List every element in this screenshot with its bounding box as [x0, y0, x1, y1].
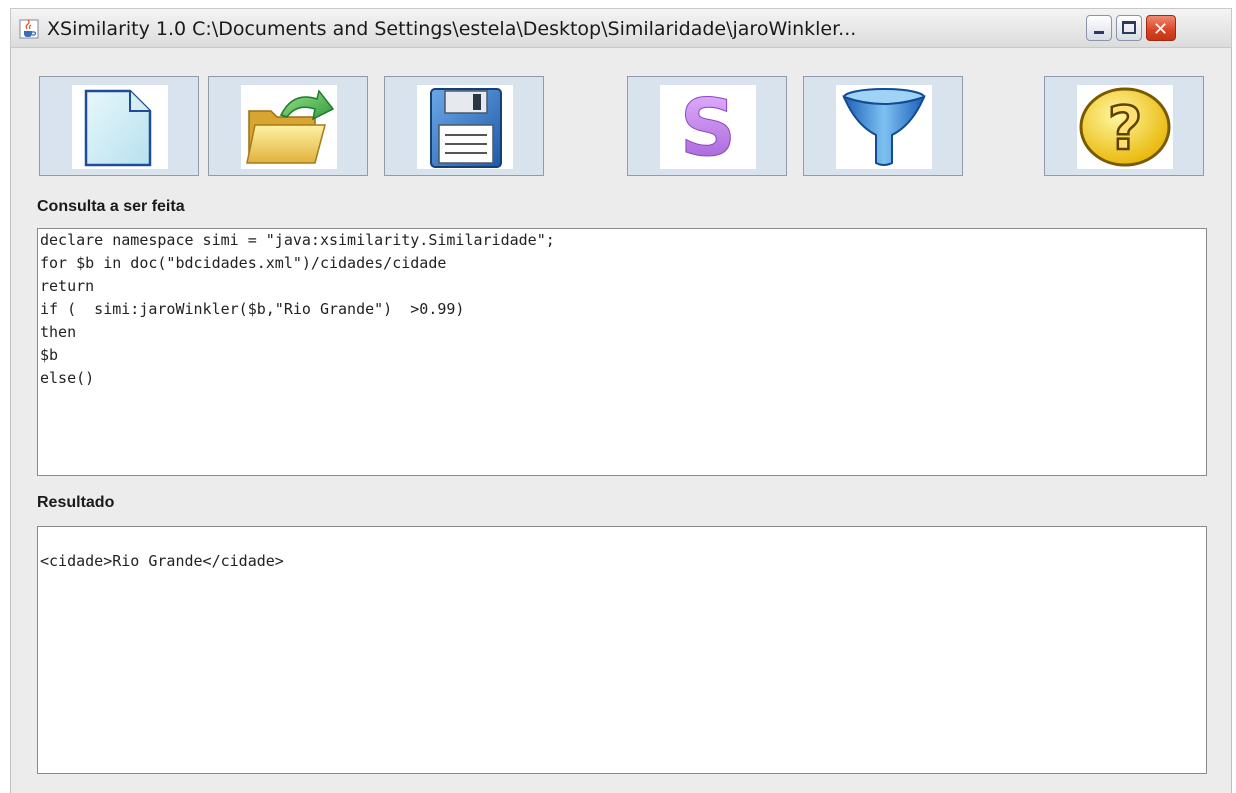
query-line: then	[40, 323, 77, 341]
query-textarea[interactable]: declare namespace simi = "java:xsimilari…	[37, 228, 1207, 476]
filter-button[interactable]	[803, 76, 963, 176]
query-line: for $b in doc("bdcidades.xml")/cidades/c…	[40, 254, 447, 272]
help-question-icon: ?	[1079, 87, 1171, 167]
query-line: else()	[40, 369, 95, 387]
window-title: XSimilarity 1.0 C:\Documents and Setting…	[47, 18, 857, 40]
close-button[interactable]: ✕	[1146, 15, 1176, 41]
query-line: $b	[40, 346, 59, 364]
svg-text:?: ?	[1108, 94, 1143, 164]
result-textarea[interactable]: <cidade>Rio Grande</cidade>	[37, 526, 1207, 774]
close-icon: ✕	[1153, 19, 1169, 40]
result-line: <cidade>Rio Grande</cidade>	[40, 552, 284, 570]
maximize-button[interactable]	[1116, 15, 1142, 41]
main-panel: S ? Consulta a ser feita declare namespa…	[10, 48, 1232, 793]
new-button[interactable]	[39, 76, 199, 176]
result-line	[40, 527, 1204, 550]
minimize-button[interactable]	[1086, 15, 1112, 41]
maximize-icon	[1122, 21, 1136, 34]
open-button[interactable]	[208, 76, 368, 176]
minimize-icon	[1094, 31, 1104, 34]
open-folder-icon	[246, 89, 335, 164]
filter-funnel-icon	[842, 88, 926, 166]
query-line: if ( simi:jaroWinkler($b,"Rio Grande") >…	[40, 300, 465, 318]
save-disk-icon	[430, 88, 502, 168]
query-line: return	[40, 277, 95, 295]
similarity-s-icon: S	[679, 85, 736, 169]
java-cup-icon	[19, 19, 39, 39]
svg-text:S: S	[680, 85, 736, 169]
query-line: declare namespace simi = "java:xsimilari…	[40, 231, 555, 249]
save-button[interactable]	[384, 76, 544, 176]
result-label: Resultado	[37, 494, 115, 511]
application-window: XSimilarity 1.0 C:\Documents and Setting…	[0, 0, 1236, 793]
new-document-icon	[84, 89, 152, 167]
title-bar[interactable]: XSimilarity 1.0 C:\Documents and Setting…	[10, 8, 1232, 48]
help-button[interactable]: ?	[1044, 76, 1204, 176]
query-label: Consulta a ser feita	[37, 198, 185, 215]
similarity-button[interactable]: S	[627, 76, 787, 176]
